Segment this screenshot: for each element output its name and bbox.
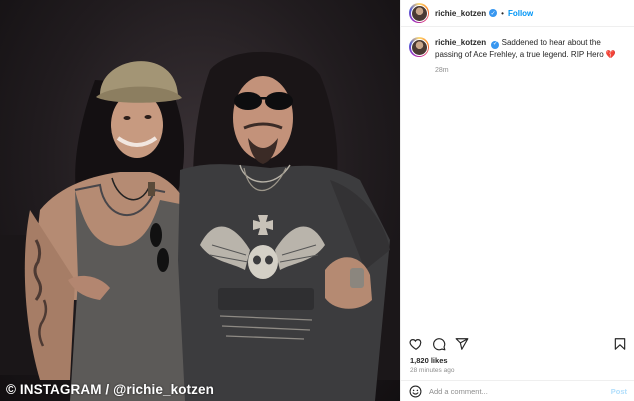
post-side-panel: richie_kotzen ✓ • Follow richie_kotzen ✓… (400, 0, 634, 401)
paper-plane-icon[interactable] (455, 337, 469, 351)
follow-button[interactable]: Follow (508, 9, 533, 18)
caption-body: richie_kotzen ✓ Saddened to hear about t… (435, 37, 620, 74)
post-photo[interactable]: © INSTAGRAM / @richie_kotzen (0, 0, 400, 401)
comment-bubble-icon[interactable] (432, 337, 446, 351)
heart-icon[interactable] (409, 337, 423, 351)
likes-count[interactable]: 1,820 likes (410, 356, 448, 365)
broken-heart-emoji: 💔 (605, 49, 616, 59)
caption-time[interactable]: 28m (435, 67, 620, 74)
comment-input[interactable] (429, 386, 611, 396)
verified-badge-icon: ✓ (489, 9, 498, 17)
caption-avatar[interactable] (409, 37, 429, 57)
caption-verified-badge-icon: ✓ (491, 40, 500, 49)
caption-comment: richie_kotzen ✓ Saddened to hear about t… (401, 27, 634, 74)
post-actions (401, 335, 634, 353)
photo-credit: © INSTAGRAM / @richie_kotzen (6, 382, 214, 397)
photo-illustration (0, 51, 400, 401)
caption-username[interactable]: richie_kotzen (435, 38, 486, 47)
caption-text-block: richie_kotzen ✓ Saddened to hear about t… (435, 37, 620, 60)
post-comment-button[interactable]: Post (611, 387, 627, 396)
bookmark-icon[interactable] (613, 337, 627, 351)
post-timestamp[interactable]: 28 minutes ago (410, 367, 454, 374)
person-left (24, 61, 195, 401)
header-username[interactable]: richie_kotzen (435, 9, 486, 18)
smiley-icon[interactable] (409, 385, 422, 398)
add-comment-bar: Post (401, 380, 634, 401)
separator-dot: • (501, 8, 504, 18)
avatar[interactable] (409, 3, 429, 23)
post-header: richie_kotzen ✓ • Follow (401, 0, 634, 27)
